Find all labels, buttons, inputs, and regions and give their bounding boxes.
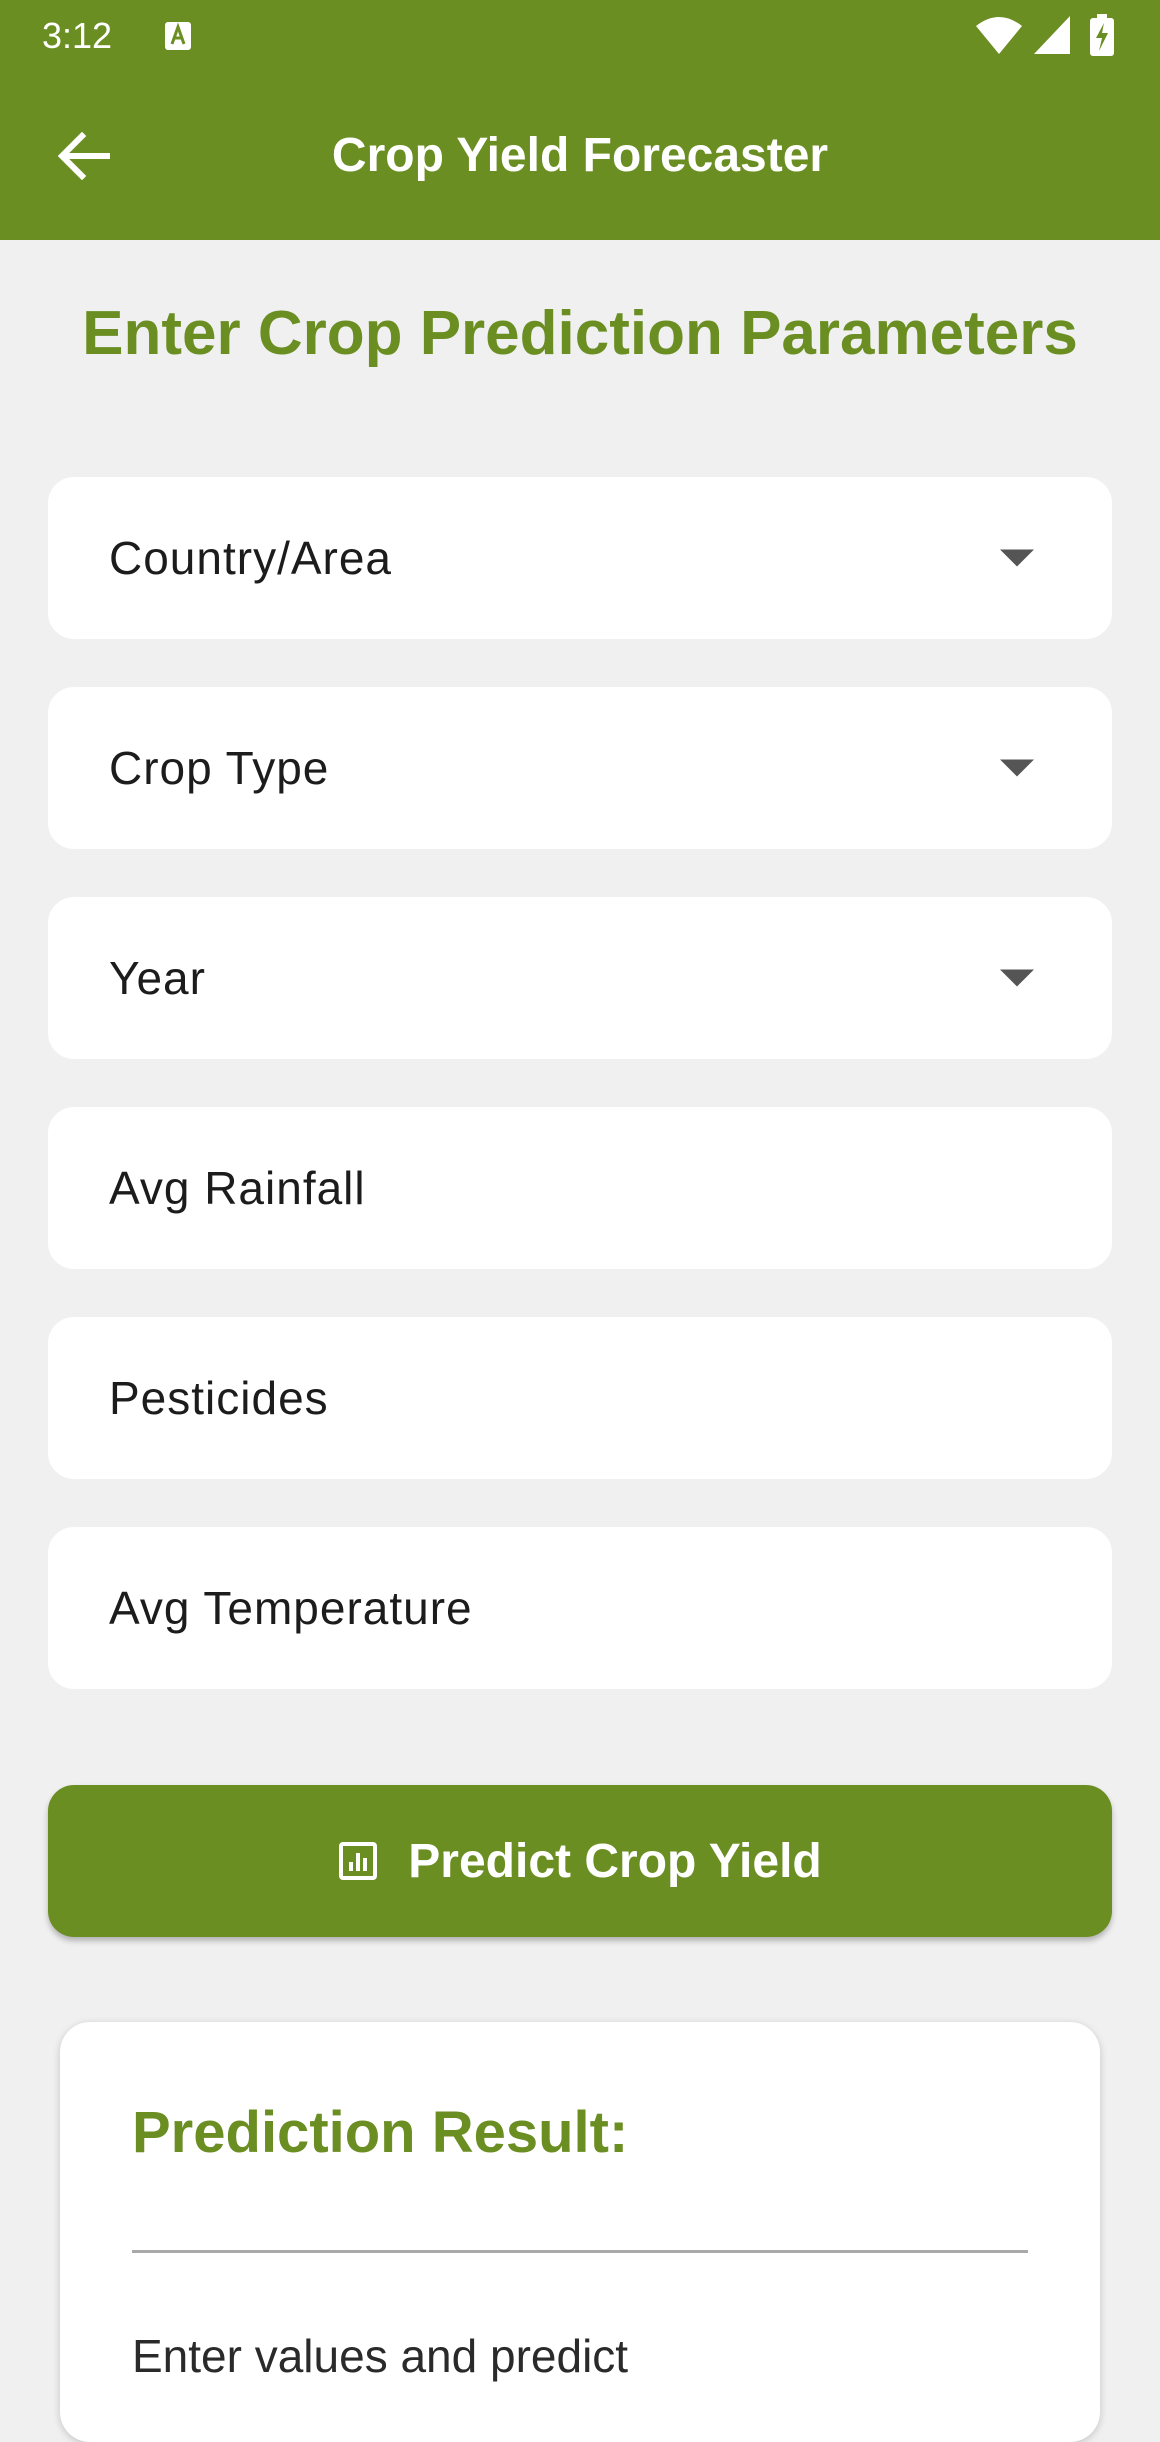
field-label: Crop Type <box>109 742 330 794</box>
app-bar: 3:12 Crop Yield Forecaster <box>0 0 1160 240</box>
result-text: Enter values and predict <box>132 2330 629 2382</box>
wifi-icon <box>976 17 1022 54</box>
prediction-result-card: Prediction Result: Enter values and pred… <box>60 2022 1100 2442</box>
crop-type-dropdown[interactable]: Crop Type <box>48 687 1112 849</box>
notification-a-icon <box>165 22 191 50</box>
avg-rainfall-input[interactable]: Avg Rainfall <box>48 1107 1112 1269</box>
status-bar: 3:12 <box>0 0 1160 72</box>
predict-crop-yield-button[interactable]: Predict Crop Yield <box>48 1785 1112 1937</box>
dropdown-arrow-icon <box>1000 759 1034 777</box>
analytics-icon <box>339 1842 378 1880</box>
dropdown-arrow-icon <box>1000 549 1034 567</box>
cell-signal-icon <box>1034 16 1070 54</box>
predict-button-label: Predict Crop Yield <box>408 1834 822 1888</box>
field-label: Year <box>109 952 206 1004</box>
result-title: Prediction Result: <box>132 2100 629 2165</box>
field-label: Pesticides <box>109 1372 329 1424</box>
field-label: Avg Rainfall <box>109 1162 366 1214</box>
year-dropdown[interactable]: Year <box>48 897 1112 1059</box>
dropdown-arrow-icon <box>1000 969 1034 987</box>
country-area-dropdown[interactable]: Country/Area <box>48 477 1112 639</box>
field-label: Avg Temperature <box>109 1582 473 1634</box>
field-label: Country/Area <box>109 532 393 584</box>
divider <box>132 2250 1028 2253</box>
status-time: 3:12 <box>42 15 113 56</box>
page-heading: Enter Crop Prediction Parameters <box>82 299 1078 368</box>
battery-charging-icon <box>1090 14 1114 56</box>
pesticides-input[interactable]: Pesticides <box>48 1317 1112 1479</box>
app-title: Crop Yield Forecaster <box>331 129 829 182</box>
avg-temperature-input[interactable]: Avg Temperature <box>48 1527 1112 1689</box>
